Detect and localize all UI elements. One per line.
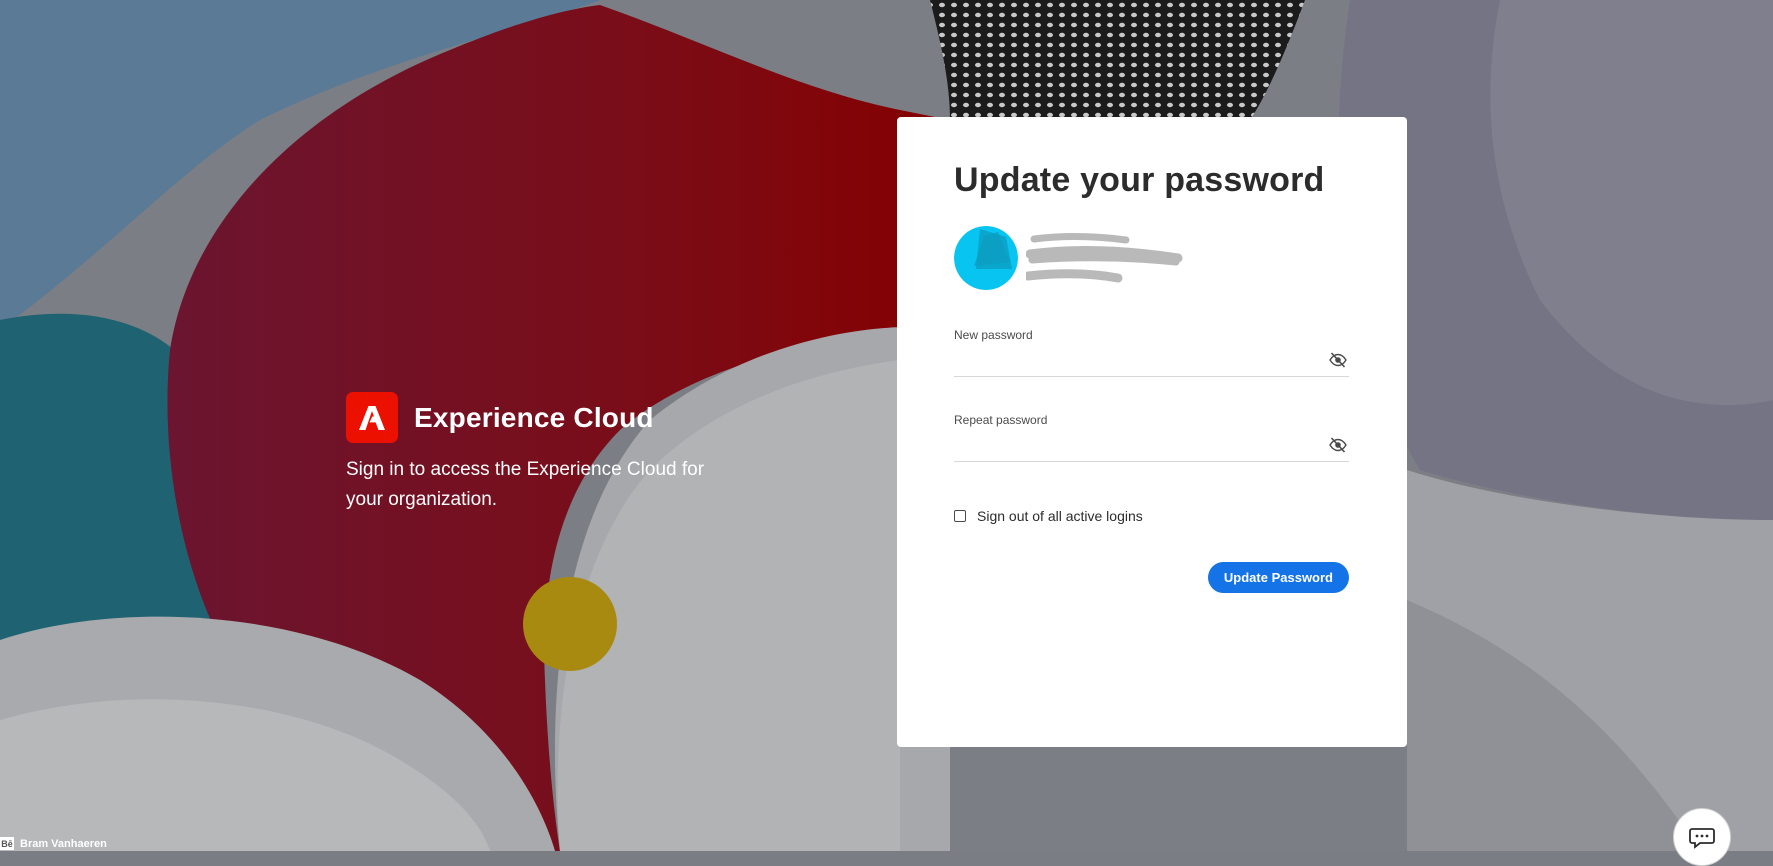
- brand-panel: Experience Cloud Sign in to access the E…: [346, 392, 766, 515]
- new-password-label: New password: [954, 328, 1033, 342]
- redaction-scribble: [1023, 232, 1183, 283]
- toggle-new-password-visibility[interactable]: [1327, 349, 1349, 371]
- user-identity: [954, 226, 1349, 290]
- update-password-card: Update your password New password Repeat…: [897, 117, 1407, 747]
- sign-out-all-option[interactable]: Sign out of all active logins: [954, 508, 1349, 524]
- artwork-credit[interactable]: Bē Bram Vanhaeren: [0, 836, 107, 851]
- repeat-password-row: [954, 429, 1349, 462]
- update-password-button[interactable]: Update Password: [1207, 562, 1349, 593]
- new-password-field: New password: [954, 328, 1349, 377]
- page-title: Update your password: [954, 161, 1325, 199]
- sign-out-all-label: Sign out of all active logins: [977, 508, 1143, 524]
- adobe-logo: [346, 392, 398, 443]
- background-artwork: [0, 0, 1773, 851]
- repeat-password-field: Repeat password: [954, 413, 1349, 462]
- toggle-repeat-password-visibility[interactable]: [1327, 434, 1349, 456]
- brand-header: Experience Cloud: [346, 392, 766, 443]
- new-password-input[interactable]: [954, 346, 1327, 374]
- brand-tagline: Sign in to access the Experience Cloud f…: [346, 459, 705, 510]
- help-chat-button[interactable]: [1673, 808, 1731, 866]
- avatar: [954, 226, 1018, 290]
- eye-off-icon: [1329, 352, 1347, 368]
- sign-out-all-checkbox[interactable]: [954, 510, 966, 522]
- new-password-row: [954, 344, 1349, 377]
- eye-off-icon: [1329, 437, 1347, 453]
- repeat-password-input[interactable]: [954, 431, 1327, 459]
- behance-icon: Bē: [0, 837, 14, 850]
- repeat-password-label: Repeat password: [954, 413, 1048, 427]
- adobe-a-icon: [359, 405, 385, 430]
- chat-icon: [1689, 828, 1715, 849]
- user-details-redacted: [1023, 226, 1186, 290]
- avatar-image: [954, 226, 1018, 290]
- form-actions: Update Password: [954, 562, 1349, 593]
- artist-name: Bram Vanhaeren: [20, 837, 107, 850]
- brand-name: Experience Cloud: [414, 401, 654, 433]
